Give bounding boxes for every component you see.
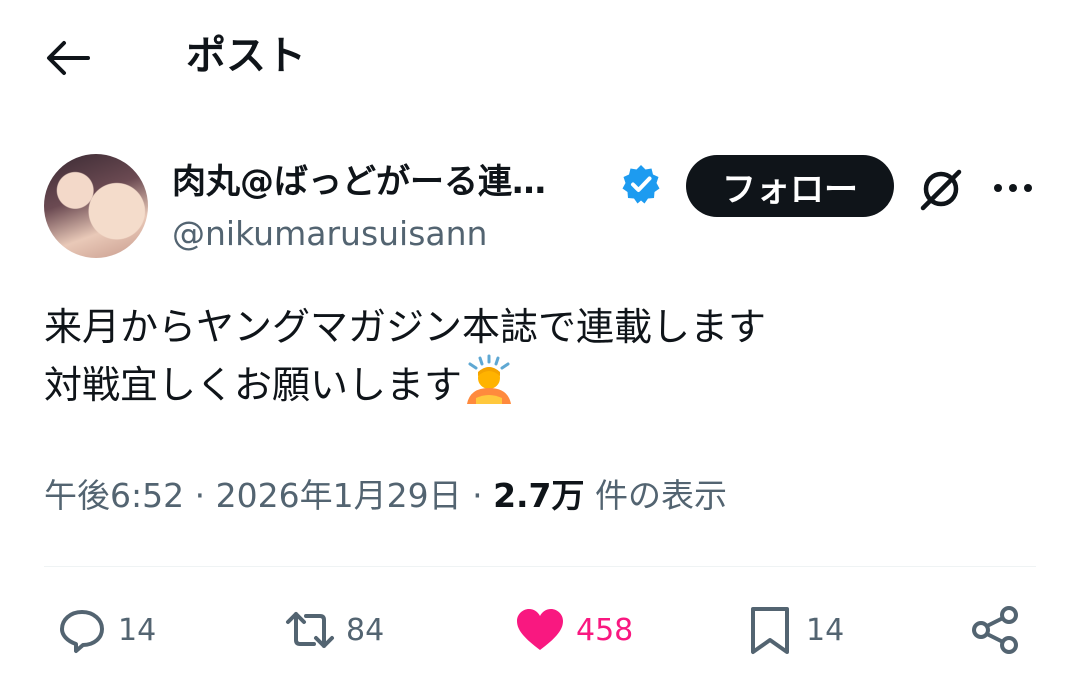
bookmark-count: 14 <box>806 612 845 648</box>
share-icon <box>972 606 1018 654</box>
bookmark-icon <box>751 607 789 654</box>
meta-separator: · <box>184 476 216 515</box>
like-count: 458 <box>576 612 634 648</box>
repost-icon <box>286 612 334 648</box>
bookmark-button[interactable]: 14 <box>744 600 844 660</box>
reply-icon <box>60 610 104 653</box>
follow-button[interactable]: フォロー <box>686 155 894 217</box>
avatar[interactable] <box>44 154 148 258</box>
heart-icon <box>517 609 563 650</box>
arrow-left-icon <box>47 41 90 75</box>
author-display-name[interactable]: 肉丸@ばっどがーる連… <box>172 160 546 204</box>
back-button[interactable] <box>44 38 90 78</box>
view-count: 2.7万 <box>493 476 585 515</box>
verified-badge-icon <box>622 165 660 204</box>
reply-button[interactable]: 14 <box>56 600 156 660</box>
like-button[interactable]: 458 <box>514 600 633 660</box>
share-button[interactable] <box>970 600 1022 660</box>
author-handle[interactable]: @nikumarusuisann <box>172 212 487 256</box>
reply-count: 14 <box>118 612 157 648</box>
grok-icon[interactable] <box>918 166 964 212</box>
tweet-body: 来月からヤングマガジン本誌で連載します 対戦宜しくお願いします <box>44 305 767 407</box>
repost-count: 84 <box>346 612 385 648</box>
page-title: ポスト <box>186 33 306 79</box>
tweet-meta: 午後6:52 · 2026年1月29日 · 2.7万 件の表示 <box>44 472 727 520</box>
more-options-icon[interactable] <box>992 168 1034 208</box>
divider <box>44 566 1036 567</box>
tweet-text: 来月からヤングマガジン本誌で連載します 対戦宜しくお願いします <box>44 300 766 412</box>
person-bowing-emoji-icon <box>467 354 512 404</box>
view-label: 件の表示 <box>584 476 728 515</box>
tweet-time[interactable]: 午後6:52 <box>44 476 184 515</box>
tweet-date[interactable]: 2026年1月29日 <box>216 476 462 515</box>
repost-button[interactable]: 84 <box>284 600 384 660</box>
meta-separator: · <box>461 476 494 515</box>
